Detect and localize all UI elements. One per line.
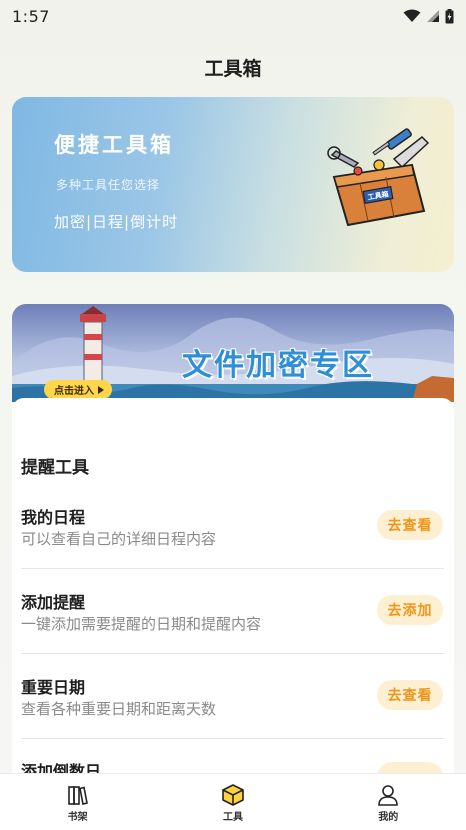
toolbox-cube-icon: [222, 784, 244, 806]
divider: [21, 653, 444, 654]
hero-title: 便捷工具箱: [54, 133, 174, 157]
bottom-nav: 书架 工具 我的: [0, 773, 466, 830]
nav-item-bookshelf[interactable]: 书架: [0, 774, 155, 830]
status-time: 1:57: [12, 6, 50, 26]
tool-name: 添加提醒: [21, 593, 86, 612]
divider: [21, 568, 444, 569]
page-title: 工具箱: [204, 58, 262, 80]
banner-title: 文件加密专区: [182, 348, 374, 383]
view-schedule-button[interactable]: 去查看: [377, 510, 443, 540]
tools-panel: 提醒工具 我的日程 可以查看自己的详细日程内容 去查看 添加提醒 一键添加需要提…: [12, 398, 454, 792]
wifi-icon: [403, 9, 421, 22]
play-arrow-icon: [98, 385, 104, 394]
view-dates-button[interactable]: 去查看: [377, 680, 443, 710]
status-bar: 1:57: [0, 0, 466, 32]
tool-row-my-schedule[interactable]: 我的日程 可以查看自己的详细日程内容 去查看: [21, 496, 443, 566]
banner-enter-label: 点击进入: [54, 386, 94, 397]
section-title: 提醒工具: [21, 458, 89, 478]
nav-label: 我的: [378, 812, 399, 823]
hero-card: 便捷工具箱 多种工具任您选择 加密|日程|倒计时 工具箱: [12, 97, 454, 272]
nav-item-me[interactable]: 我的: [311, 774, 466, 830]
nav-label: 工具: [222, 812, 243, 823]
nav-label: 书架: [67, 812, 88, 823]
tool-desc: 可以查看自己的详细日程内容: [21, 530, 217, 548]
toolbox-illustration-icon: 工具箱: [327, 128, 430, 227]
tool-row-important-dates[interactable]: 重要日期 查看各种重要日期和距离天数 去查看: [21, 666, 443, 736]
tool-row-add-reminder[interactable]: 添加提醒 一键添加需要提醒的日期和提醒内容 去添加: [21, 581, 443, 651]
divider: [21, 738, 444, 739]
person-icon: [378, 785, 399, 806]
encryption-banner[interactable]: 文件加密专区 点击进入: [12, 304, 454, 402]
tool-desc: 一键添加需要提醒的日期和提醒内容: [21, 615, 262, 633]
status-icons: [403, 8, 454, 24]
tool-name: 重要日期: [21, 678, 86, 697]
tool-name: 我的日程: [21, 508, 86, 527]
bookshelf-icon: [67, 786, 88, 805]
tool-desc: 查看各种重要日期和距离天数: [21, 700, 217, 718]
nav-item-tools[interactable]: 工具: [155, 774, 310, 830]
add-reminder-button[interactable]: 去添加: [377, 595, 443, 625]
signal-icon: [427, 10, 439, 22]
hero-tags: 加密|日程|倒计时: [54, 213, 179, 231]
battery-icon: [445, 8, 454, 23]
banner-enter-button[interactable]: 点击进入: [44, 380, 112, 399]
hero-subtitle: 多种工具任您选择: [56, 178, 161, 192]
